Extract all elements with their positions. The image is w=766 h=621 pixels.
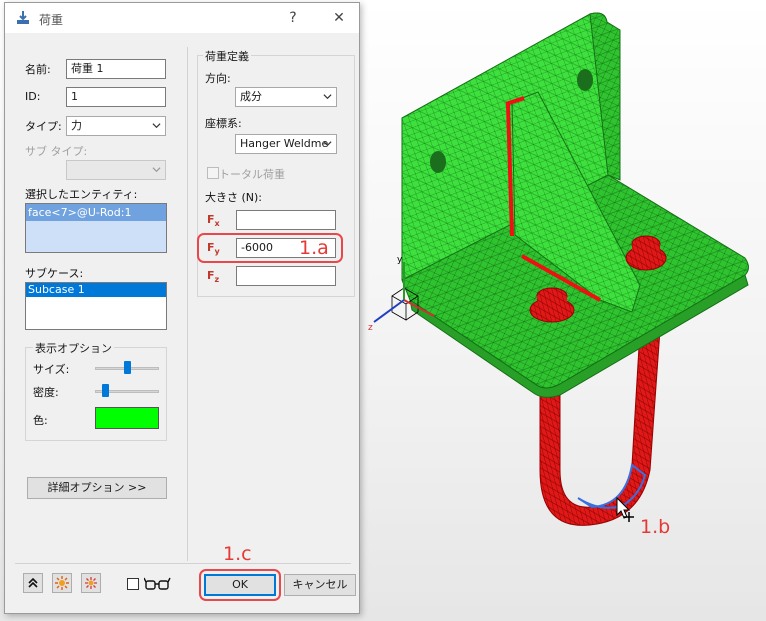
- direction-select-value: 成分: [240, 90, 262, 103]
- type-select[interactable]: 力: [66, 116, 166, 136]
- preview-checkbox[interactable]: [127, 578, 139, 590]
- name-field[interactable]: 荷重 1: [66, 59, 166, 79]
- glasses-icon[interactable]: [144, 576, 172, 592]
- axis-y-label: y: [397, 255, 403, 265]
- size-slider-thumb[interactable]: [123, 361, 131, 374]
- dialog-titlebar: 荷重 ? ✕: [5, 3, 359, 33]
- chevron-down-icon: [323, 94, 332, 100]
- annotation-1a: 1.a: [299, 237, 329, 259]
- coord-system-select-value: Hanger Weldme: [240, 137, 329, 150]
- total-load-label: トータル荷重: [219, 168, 285, 181]
- id-field[interactable]: 1: [66, 87, 166, 107]
- show-load-button[interactable]: [52, 573, 72, 593]
- loads-burst-icon: [85, 577, 97, 589]
- id-label: ID:: [25, 90, 41, 103]
- load-app-icon: [17, 11, 29, 24]
- chevron-down-icon: [323, 141, 332, 147]
- dialog-title: 荷重: [39, 13, 64, 27]
- help-button[interactable]: ?: [281, 8, 305, 28]
- color-label: 色:: [33, 414, 48, 427]
- density-label: 密度:: [33, 386, 59, 399]
- coord-system-select[interactable]: Hanger Weldme: [235, 134, 337, 154]
- cancel-button[interactable]: キャンセル: [284, 574, 356, 596]
- subcase-list[interactable]: Subcase 1: [25, 282, 167, 330]
- fx-field[interactable]: [236, 210, 336, 230]
- load-definition-title: 荷重定義: [203, 48, 251, 64]
- advanced-options-button[interactable]: 詳細オプション >>: [27, 477, 167, 499]
- annotation-1c: 1.c: [223, 543, 252, 565]
- annotation-1b: 1.b: [640, 516, 671, 538]
- total-load-checkbox[interactable]: [207, 167, 219, 179]
- list-item[interactable]: face<7>@U-Rod:1: [26, 204, 166, 221]
- name-label: 名前:: [25, 63, 51, 76]
- density-slider-thumb[interactable]: [101, 384, 109, 397]
- coord-system-label: 座標系:: [205, 117, 242, 130]
- fz-field[interactable]: [236, 266, 336, 286]
- entity-label: 選択したエンティティ:: [25, 188, 138, 201]
- type-label: タイプ:: [25, 120, 62, 133]
- load-dialog: 荷重 ? ✕ 名前: 荷重 1 ID: 1 タイプ: 力 サブ タイプ: 選択し…: [4, 2, 360, 614]
- subcase-label: サブケース:: [25, 267, 84, 280]
- show-all-loads-button[interactable]: [81, 573, 101, 593]
- collapse-button[interactable]: [23, 573, 43, 593]
- direction-select[interactable]: 成分: [235, 87, 337, 107]
- color-swatch[interactable]: [95, 407, 159, 429]
- entity-list[interactable]: face<7>@U-Rod:1: [25, 203, 167, 253]
- close-button[interactable]: ✕: [327, 8, 351, 28]
- magnitude-label: 大きさ (N):: [205, 191, 263, 204]
- fz-label: Fz: [207, 269, 220, 285]
- column-divider: [187, 47, 188, 561]
- type-select-value: 力: [71, 119, 82, 132]
- subtype-label: サブ タイプ:: [25, 145, 88, 158]
- size-label: サイズ:: [33, 363, 70, 376]
- direction-label: 方向:: [205, 72, 231, 85]
- display-options-title: 表示オプション: [33, 340, 114, 356]
- footer-separator: [15, 563, 351, 564]
- double-chevron-up-icon: [28, 577, 38, 588]
- load-burst-icon: [55, 576, 69, 590]
- axis-z-label: z: [368, 323, 373, 333]
- fx-label: Fx: [207, 213, 220, 229]
- ok-button[interactable]: OK: [204, 574, 276, 596]
- chevron-down-icon: [152, 167, 161, 173]
- chevron-down-icon: [152, 123, 161, 129]
- subtype-select: [66, 160, 166, 180]
- list-item[interactable]: Subcase 1: [26, 283, 166, 297]
